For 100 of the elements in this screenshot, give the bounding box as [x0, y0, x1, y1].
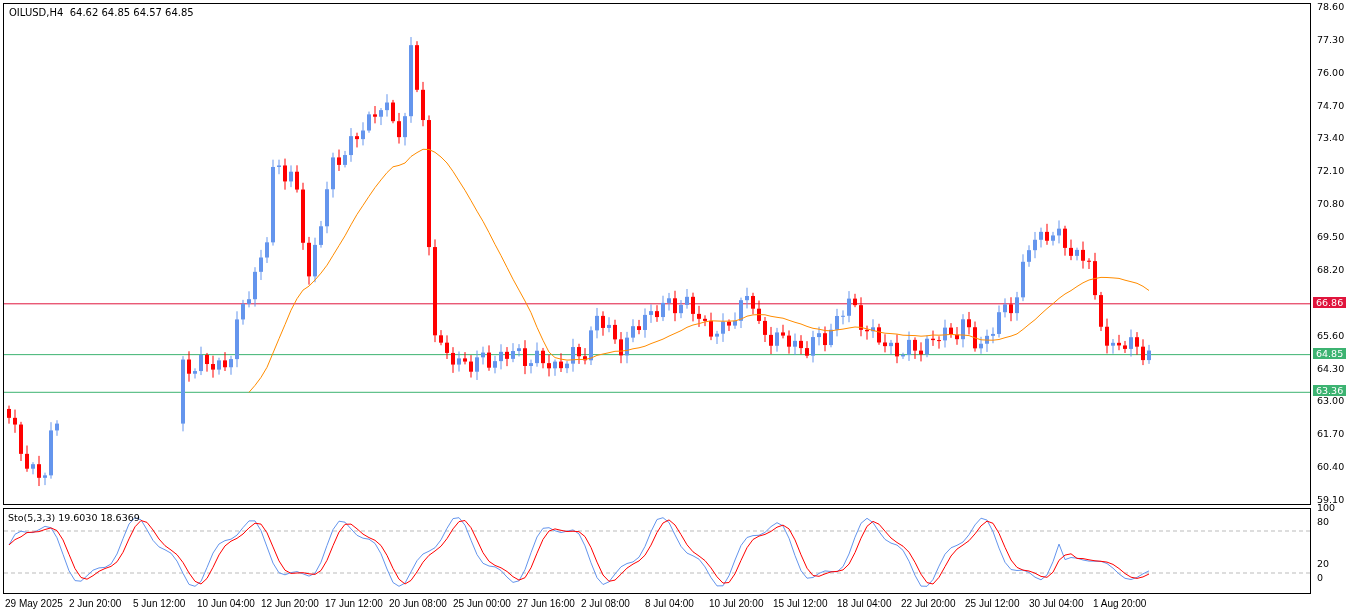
candle — [979, 336, 983, 355]
candle — [1057, 219, 1061, 244]
candle — [547, 354, 551, 377]
time-label: 2 Jul 08:00 — [581, 598, 631, 609]
price-label: 61.70 — [1317, 429, 1345, 440]
price-label: 68.20 — [1317, 264, 1345, 275]
candle — [625, 331, 629, 364]
candle — [373, 105, 377, 124]
candle — [49, 421, 53, 480]
candle — [1033, 231, 1037, 259]
candle — [295, 164, 299, 194]
candle — [439, 329, 443, 346]
candle — [955, 326, 959, 346]
candle — [973, 321, 977, 353]
candle — [193, 367, 197, 379]
candle — [817, 326, 821, 346]
candle — [643, 307, 647, 339]
candle — [595, 307, 599, 339]
candle — [661, 295, 665, 322]
candle — [307, 236, 311, 286]
candle — [391, 99, 395, 124]
candle — [889, 339, 893, 355]
candle — [931, 330, 935, 347]
candle — [865, 325, 869, 341]
candle — [877, 323, 881, 346]
candle — [385, 93, 389, 118]
price-label: 73.40 — [1317, 133, 1345, 144]
candle — [1039, 227, 1043, 248]
candle — [691, 292, 695, 322]
chart-title: OILUSD,H4 64.62 64.85 64.57 64.85 — [9, 7, 194, 18]
candle — [475, 350, 479, 381]
candle — [727, 318, 731, 332]
price-tag: 66.86 — [1313, 296, 1347, 308]
candle — [247, 290, 251, 308]
candle — [805, 340, 809, 359]
candle — [367, 111, 371, 134]
candle — [301, 182, 305, 251]
candle — [793, 333, 797, 356]
candle — [277, 159, 281, 175]
candle — [1063, 225, 1067, 257]
candle — [331, 152, 335, 199]
candle — [1027, 244, 1031, 268]
candle — [649, 303, 653, 324]
candle — [997, 305, 1001, 338]
candle — [721, 312, 725, 343]
time-label: 22 Jul 20:00 — [901, 598, 957, 609]
candle — [1087, 257, 1091, 270]
price-label: 69.50 — [1317, 232, 1345, 243]
candle — [637, 319, 641, 335]
candle — [853, 293, 857, 308]
candle — [943, 319, 947, 348]
candle — [1093, 252, 1097, 301]
candle — [1015, 291, 1019, 322]
candle — [319, 220, 323, 249]
candle — [349, 127, 353, 163]
candle — [1099, 291, 1103, 332]
candle — [523, 339, 527, 375]
candle — [985, 329, 989, 353]
candle — [187, 350, 191, 383]
candle — [631, 318, 635, 343]
time-label: 25 Jun 00:00 — [453, 598, 512, 609]
candle — [679, 299, 683, 319]
candle — [565, 360, 569, 374]
candle — [1111, 338, 1115, 355]
time-label: 18 Jul 04:00 — [837, 598, 893, 609]
candle — [1105, 318, 1109, 354]
candle — [541, 347, 545, 369]
level-label: 0 — [1317, 573, 1324, 583]
candle — [781, 324, 785, 339]
level-label: 80 — [1317, 517, 1330, 527]
candle — [25, 445, 29, 473]
price-label: 63.00 — [1317, 396, 1345, 407]
candle — [577, 343, 581, 365]
candle — [493, 355, 497, 374]
candle — [313, 237, 317, 283]
candle — [763, 316, 767, 343]
time-label: 20 Jun 08:00 — [389, 598, 448, 609]
candle — [739, 297, 743, 329]
candle — [601, 310, 605, 337]
candle — [769, 326, 773, 355]
candle — [913, 336, 917, 360]
candle — [553, 359, 557, 377]
candle — [451, 346, 455, 374]
candle — [445, 334, 449, 360]
candle — [937, 335, 941, 350]
candle — [901, 352, 905, 360]
candle — [895, 334, 899, 364]
candle — [991, 326, 995, 344]
candle — [1141, 338, 1145, 366]
level-label: 20 — [1317, 559, 1330, 569]
candle — [919, 341, 923, 362]
candle — [1009, 296, 1013, 322]
candle — [415, 40, 419, 93]
time-label: 17 Jun 12:00 — [325, 598, 384, 609]
candle — [421, 81, 425, 127]
candle — [715, 330, 719, 345]
price-label: 78.60 — [1317, 2, 1345, 12]
candle — [337, 149, 341, 172]
candle — [1123, 340, 1127, 354]
candle — [859, 296, 863, 337]
